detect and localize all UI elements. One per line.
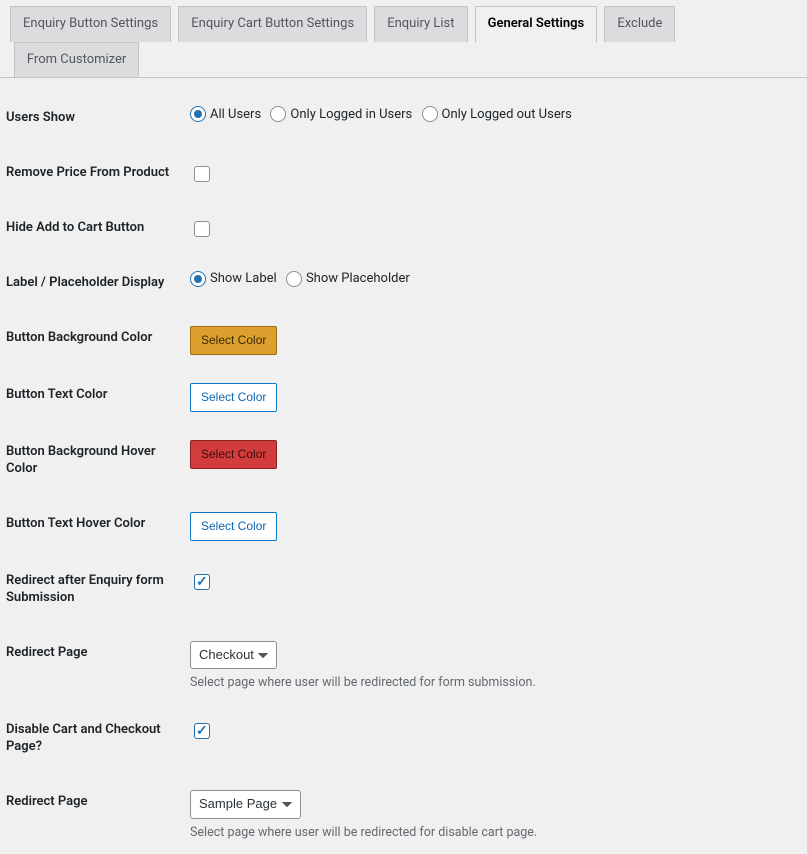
label-button-text-hover-color: Button Text Hover Color <box>0 498 180 555</box>
label-disable-cart: Disable Cart and Checkout Page? <box>0 704 180 776</box>
radio-show-placeholder-label[interactable]: Show Placeholder <box>286 271 410 287</box>
tab-nav: Enquiry Button Settings Enquiry Cart But… <box>0 0 807 78</box>
desc-redirect-page-1: Select page where user will be redirecte… <box>190 675 797 690</box>
radio-logged-in-label[interactable]: Only Logged in Users <box>270 106 412 122</box>
radio-logged-out-users[interactable] <box>422 106 438 122</box>
radio-all-users[interactable] <box>190 106 206 122</box>
radio-show-label-label[interactable]: Show Label <box>190 271 277 287</box>
radio-logged-out-text: Only Logged out Users <box>442 107 572 122</box>
users-show-group: All Users Only Logged in Users Only Logg… <box>190 106 797 126</box>
label-redirect-after-submission: Redirect after Enquiry form Submission <box>0 555 180 627</box>
settings-form: Users Show All Users Only Logged in User… <box>0 92 807 854</box>
select-redirect-page-1[interactable]: Checkout <box>190 641 277 670</box>
label-button-text-color: Button Text Color <box>0 369 180 426</box>
radio-all-users-label[interactable]: All Users <box>190 106 261 122</box>
tab-enquiry-list[interactable]: Enquiry List <box>374 6 467 42</box>
button-bg-hover-color-select[interactable]: Select Color <box>190 440 277 469</box>
tab-general-settings[interactable]: General Settings <box>475 6 598 43</box>
select-redirect-page-2[interactable]: Sample Page <box>190 790 301 819</box>
label-label-display: Label / Placeholder Display <box>0 257 180 312</box>
label-remove-price: Remove Price From Product <box>0 147 180 202</box>
label-button-bg-hover-color: Button Background Hover Color <box>0 426 180 498</box>
radio-show-placeholder[interactable] <box>286 271 302 287</box>
desc-redirect-page-2: Select page where user will be redirecte… <box>190 825 797 840</box>
radio-all-users-text: All Users <box>210 107 261 122</box>
checkbox-hide-add-to-cart[interactable] <box>194 221 210 237</box>
button-text-hover-color-select[interactable]: Select Color <box>190 512 277 541</box>
label-display-group: Show Label Show Placeholder <box>190 271 797 291</box>
radio-show-placeholder-text: Show Placeholder <box>306 271 410 286</box>
checkbox-disable-cart[interactable] <box>194 723 210 739</box>
radio-show-label[interactable] <box>190 271 206 287</box>
checkbox-redirect-after-submission[interactable] <box>194 574 210 590</box>
button-text-color-select[interactable]: Select Color <box>190 383 277 412</box>
tab-enquiry-button-settings[interactable]: Enquiry Button Settings <box>10 6 171 42</box>
radio-show-label-text: Show Label <box>210 271 277 286</box>
checkbox-remove-price[interactable] <box>194 166 210 182</box>
label-users-show: Users Show <box>0 92 180 147</box>
label-button-bg-color: Button Background Color <box>0 312 180 369</box>
label-redirect-page-2: Redirect Page <box>0 776 180 854</box>
tab-enquiry-cart-button-settings[interactable]: Enquiry Cart Button Settings <box>178 6 367 42</box>
button-bg-color-select[interactable]: Select Color <box>190 326 277 355</box>
label-hide-add-to-cart: Hide Add to Cart Button <box>0 202 180 257</box>
label-redirect-page-1: Redirect Page <box>0 627 180 705</box>
radio-logged-out-label[interactable]: Only Logged out Users <box>422 106 572 122</box>
radio-logged-in-users[interactable] <box>270 106 286 122</box>
tab-from-customizer[interactable]: From Customizer <box>14 42 139 78</box>
radio-logged-in-text: Only Logged in Users <box>290 107 412 122</box>
tab-exclude[interactable]: Exclude <box>604 6 675 42</box>
